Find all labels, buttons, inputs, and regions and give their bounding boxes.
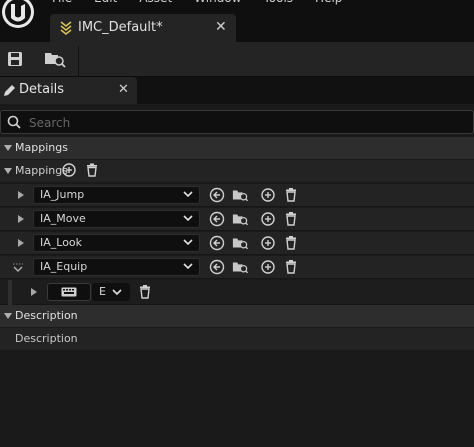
use-selected-asset-icon[interactable] (209, 187, 225, 203)
trash-icon[interactable] (283, 259, 299, 275)
browse-asset-icon[interactable] (232, 235, 248, 251)
action-name: IA_Move (40, 212, 86, 225)
menu-window[interactable]: Window (194, 0, 241, 9)
plus-circle-icon (62, 163, 76, 177)
plus-circle-icon[interactable] (260, 187, 276, 203)
chevron-down-icon[interactable] (4, 168, 12, 174)
save-icon (8, 52, 22, 66)
close-icon[interactable]: ✕ (215, 19, 227, 35)
chevron-right-icon[interactable] (18, 215, 24, 223)
mapping-row: IA_Jump (0, 184, 474, 207)
chevron-right-icon[interactable] (18, 239, 24, 247)
key-value: E (99, 285, 106, 298)
chevron-right-icon[interactable] (31, 288, 37, 296)
drag-handle-icon[interactable] (12, 261, 24, 273)
details-tab-label: Details (19, 82, 65, 97)
details-tab-bar: Details ✕ (0, 77, 474, 104)
add-element-button[interactable] (62, 163, 76, 177)
action-name: IA_Equip (40, 260, 88, 273)
keyboard-icon (61, 287, 77, 297)
unreal-logo-icon[interactable] (0, 0, 42, 38)
action-name: IA_Look (40, 236, 83, 249)
action-combo[interactable]: IA_Move (33, 210, 200, 228)
menu-file[interactable]: File (52, 0, 72, 9)
description-row: Description (0, 328, 474, 350)
category-mappings[interactable]: Mappings (0, 137, 474, 159)
chevron-down-icon (183, 239, 193, 246)
plus-circle-icon[interactable] (260, 235, 276, 251)
key-binding-row: E (0, 280, 474, 305)
menu-help[interactable]: Help (315, 0, 342, 9)
action-combo[interactable]: IA_Jump (33, 186, 200, 204)
trash-icon[interactable] (283, 187, 299, 203)
chevron-down-icon (4, 145, 12, 151)
chevron-down-icon (183, 263, 193, 270)
mapping-row: IA_Move (0, 208, 474, 231)
clear-array-button[interactable] (85, 163, 99, 177)
chevron-down-icon (183, 215, 193, 222)
menu-asset[interactable]: Asset (139, 0, 172, 9)
action-combo[interactable]: IA_Equip (33, 258, 200, 276)
mapping-row: IA_Look (0, 232, 474, 255)
pencil-icon (3, 84, 16, 97)
key-capture-button[interactable] (47, 283, 91, 301)
chevron-right-icon[interactable] (18, 191, 24, 199)
tab-details[interactable]: Details ✕ (0, 77, 137, 104)
details-panel: Mappings Mappings IA_Jump (0, 104, 474, 447)
search-icon (7, 115, 21, 129)
document-tab-title: IMC_Default* (78, 20, 163, 35)
action-combo[interactable]: IA_Look (33, 234, 200, 252)
trash-icon[interactable] (283, 211, 299, 227)
toolbar (0, 42, 474, 77)
chevron-down-icon (183, 191, 193, 198)
folder-search-icon (45, 53, 66, 68)
menu-bar: File Edit Asset Window Tools Help (52, 0, 342, 9)
trash-icon (87, 163, 97, 177)
menu-tools[interactable]: Tools (263, 0, 293, 9)
toolbar-divider (78, 46, 79, 76)
browse-asset-button[interactable] (44, 50, 66, 68)
trash-icon[interactable] (137, 284, 153, 300)
browse-asset-icon[interactable] (232, 259, 248, 275)
browse-asset-icon[interactable] (232, 211, 248, 227)
plus-circle-icon[interactable] (260, 259, 276, 275)
use-selected-asset-icon[interactable] (209, 235, 225, 251)
category-mappings-label: Mappings (15, 141, 68, 154)
input-mapping-context-icon (58, 20, 74, 36)
plus-circle-icon[interactable] (260, 211, 276, 227)
menu-edit[interactable]: Edit (94, 0, 117, 9)
browse-asset-icon[interactable] (232, 187, 248, 203)
document-tab[interactable]: IMC_Default* ✕ (50, 14, 236, 42)
category-description-label: Description (15, 309, 78, 322)
use-selected-asset-icon[interactable] (209, 259, 225, 275)
indent-guide (8, 280, 12, 305)
mapping-row-expanded: IA_Equip (0, 256, 474, 279)
use-selected-asset-icon[interactable] (209, 211, 225, 227)
close-icon[interactable]: ✕ (118, 82, 129, 97)
mappings-property-label: Mappings (15, 164, 68, 177)
title-bar: File Edit Asset Window Tools Help IMC_De… (0, 0, 474, 42)
search-box[interactable] (0, 110, 474, 134)
category-description[interactable]: Description (0, 305, 474, 327)
chevron-down-icon (112, 289, 122, 296)
key-combo[interactable]: E (92, 283, 130, 301)
chevron-down-icon (4, 313, 12, 319)
trash-icon[interactable] (283, 235, 299, 251)
mappings-array-row: Mappings (0, 160, 474, 182)
description-property-label: Description (15, 332, 78, 345)
save-button[interactable] (7, 51, 23, 67)
action-name: IA_Jump (40, 188, 85, 201)
search-input[interactable] (27, 113, 451, 133)
